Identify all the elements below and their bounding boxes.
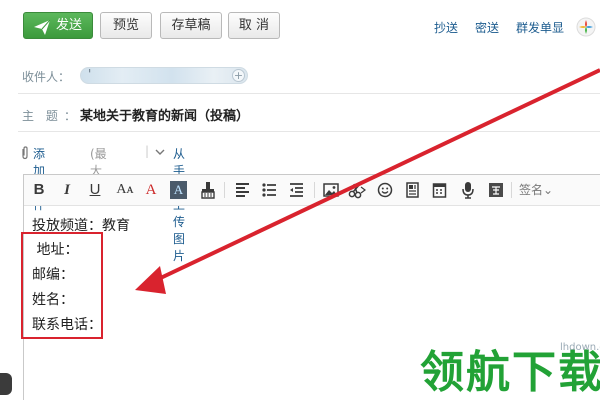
side-widget-icon[interactable]	[0, 373, 12, 395]
compose-page: 发送 预览 存草稿 取 消 抄送 密送 群发单显 收件人： ' + 主 题 ： …	[0, 0, 600, 400]
watermark-url: lhdown.com	[560, 342, 600, 353]
